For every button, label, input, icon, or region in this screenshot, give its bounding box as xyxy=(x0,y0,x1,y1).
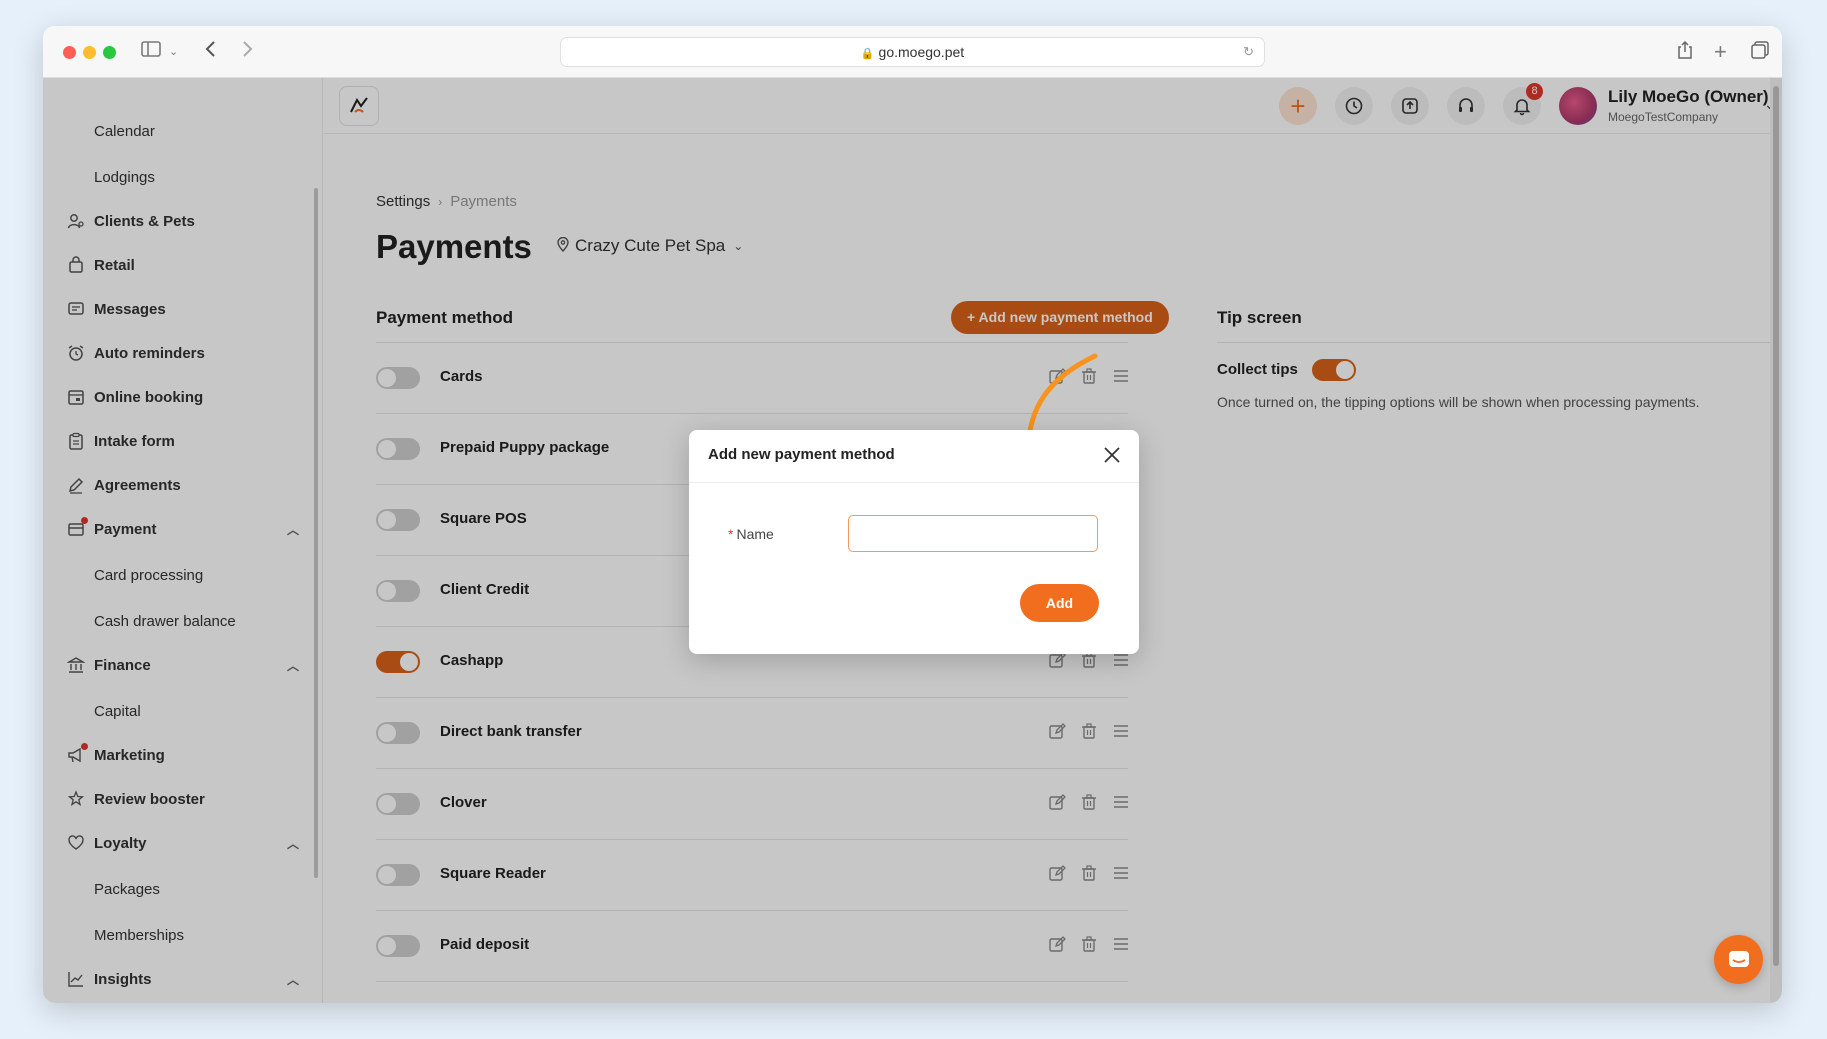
tabs-overview-icon[interactable] xyxy=(1750,40,1770,66)
address-bar[interactable]: 🔒 go.moego.pet ↻ xyxy=(560,37,1265,67)
chat-support-button[interactable] xyxy=(1714,935,1763,984)
name-field-label: * Name xyxy=(728,526,774,542)
lock-icon: 🔒 xyxy=(860,48,875,60)
minimize-window-button[interactable] xyxy=(83,46,96,59)
maximize-window-button[interactable] xyxy=(103,46,116,59)
new-tab-icon[interactable]: + xyxy=(1714,40,1727,64)
browser-window: ⌄ 🔒 go.moego.pet ↻ + Calendar Lodgings Cl… xyxy=(43,26,1782,1003)
close-icon[interactable] xyxy=(1101,444,1123,466)
share-icon[interactable] xyxy=(1677,40,1693,66)
chat-icon xyxy=(1728,950,1749,967)
add-payment-method-dialog: Add new payment method * Name Add xyxy=(689,430,1139,654)
browser-toolbar: ⌄ 🔒 go.moego.pet ↻ + xyxy=(43,26,1782,78)
dialog-title: Add new payment method xyxy=(708,446,895,463)
name-input[interactable] xyxy=(848,515,1098,552)
add-button[interactable]: Add xyxy=(1020,584,1099,622)
forward-arrow-icon[interactable] xyxy=(241,40,253,64)
divider xyxy=(689,482,1139,483)
label-text: Name xyxy=(736,526,774,542)
close-window-button[interactable] xyxy=(63,46,76,59)
chevron-down-icon[interactable]: ⌄ xyxy=(169,40,178,64)
sidebar-toggle-icon[interactable] xyxy=(141,40,161,64)
url-text: go.moego.pet xyxy=(878,44,965,60)
back-arrow-icon[interactable] xyxy=(205,40,217,64)
reload-icon[interactable]: ↻ xyxy=(1243,38,1254,66)
required-marker: * xyxy=(728,526,734,542)
